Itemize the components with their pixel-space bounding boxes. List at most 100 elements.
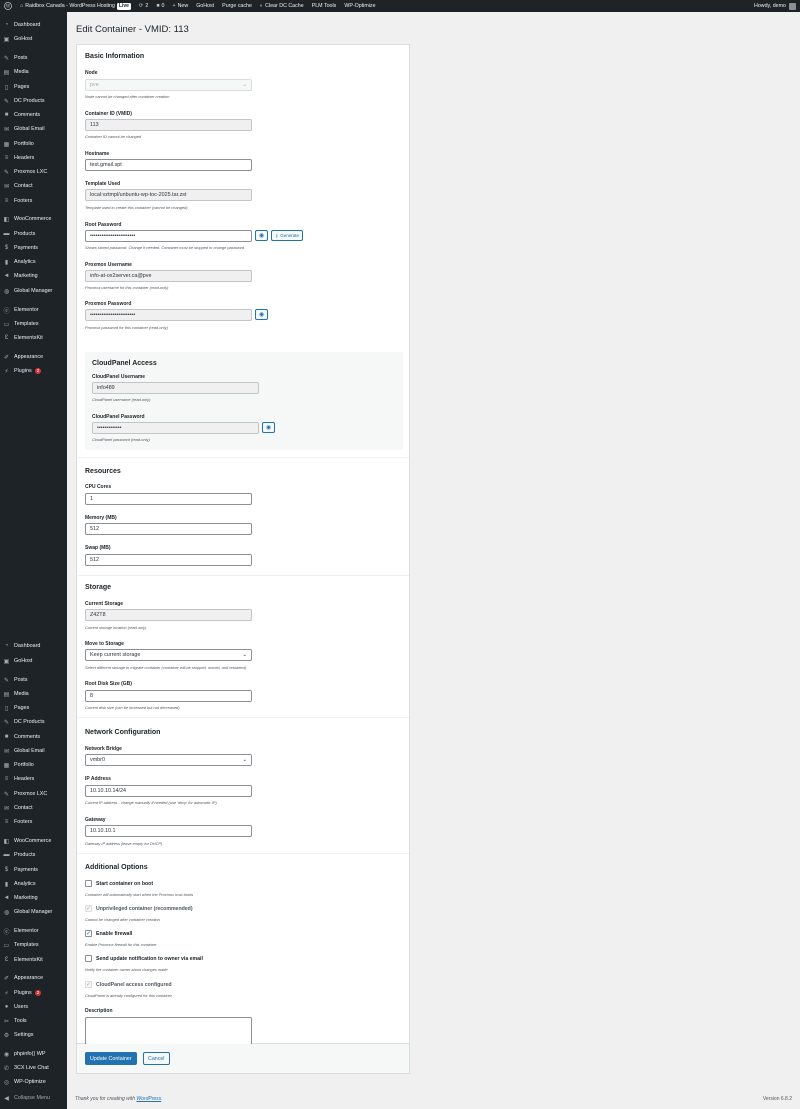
sidebar-item-elementor[interactable]: ⓔ Elementor <box>0 304 67 316</box>
sidebar-item-plugins[interactable]: ⚡ Plugins 2 <box>0 987 67 999</box>
sidebar-item-global-manager[interactable]: ◍ Global Manager <box>0 285 67 297</box>
gateway-input[interactable]: 10.10.10.1 <box>85 825 252 837</box>
ip-address-label: IP Address <box>85 776 111 782</box>
sidebar-item-gohost[interactable]: ▣ GoHost <box>0 655 67 667</box>
check-icon[interactable]: ✓ <box>85 930 92 937</box>
sidebar-item-global-email[interactable]: ✉ Global Email <box>0 745 67 757</box>
new-content-link[interactable]: + New <box>168 0 192 12</box>
swap-input[interactable]: 512 <box>85 554 252 566</box>
sidebar-item-appearance[interactable]: ✐ Appearance <box>0 972 67 984</box>
network-bridge-select[interactable]: vmbr0 ⌄ <box>85 754 252 766</box>
sidebar-item-footers[interactable]: ≡ Footers <box>0 195 67 207</box>
sidebar-item-label: Global Email <box>14 748 45 754</box>
sidebar-item-media[interactable]: ▤ Media <box>0 688 67 700</box>
sidebar-item-3cx-live-chat[interactable]: ✆ 3CX Live Chat <box>0 1062 67 1074</box>
wp-logo-icon[interactable]: W <box>0 0 16 12</box>
sidebar-item-users[interactable]: ● Users <box>0 1001 67 1013</box>
folder-icon: ▭ <box>3 942 10 949</box>
sidebar-item-footers[interactable]: ≡ Footers <box>0 816 67 828</box>
checkbox-box[interactable] <box>85 880 92 887</box>
version-text: Version 6.8.2 <box>762 1096 792 1102</box>
sidebar-item-label: Analytics <box>14 881 36 887</box>
updates-link[interactable]: ⟳ 2 <box>135 0 152 12</box>
generate-password-button[interactable]: ⚷ Generate <box>271 230 304 241</box>
sidebar-item-contact[interactable]: ✉ Contact <box>0 180 67 192</box>
sidebar-item-headers[interactable]: ≡ Headers <box>0 152 67 164</box>
sidebar-item-payments[interactable]: $ Payments <box>0 864 67 876</box>
sidebar-item-plugins[interactable]: ⚡ Plugins 2 <box>0 365 67 377</box>
gateway-label: Gateway <box>85 817 106 823</box>
sidebar-item-templates[interactable]: ▭ Templates <box>0 939 67 951</box>
sidebar-item-dashboard[interactable]: ◔ Dashboard <box>0 19 67 31</box>
sidebar-item-posts[interactable]: ✎ Posts <box>0 674 67 686</box>
description-textarea[interactable] <box>85 1017 252 1045</box>
sidebar-item-woocommerce[interactable]: ◧ WooCommerce <box>0 835 67 847</box>
sidebar-item-portfolio[interactable]: ▦ Portfolio <box>0 759 67 771</box>
sidebar-item-global-manager[interactable]: ◍ Global Manager <box>0 906 67 918</box>
sidebar-item-products[interactable]: ▬ Products <box>0 849 67 861</box>
sidebar-item-comments[interactable]: ■ Comments <box>0 109 67 121</box>
move-storage-select[interactable]: Keep current storage ⌄ <box>85 649 252 661</box>
sidebar-item-tools[interactable]: ✂ Tools <box>0 1015 67 1027</box>
ip-address-input[interactable]: 10.10.10.14/24 <box>85 785 252 797</box>
sidebar-item-dc-products[interactable]: ✎ DC Products <box>0 716 67 728</box>
sidebar-item-appearance[interactable]: ✐ Appearance <box>0 351 67 363</box>
sidebar-item-gohost[interactable]: ▣ GoHost <box>0 33 67 45</box>
show-proxmox-password-button[interactable]: ◉ <box>255 309 268 320</box>
send-notification-checkbox[interactable]: Send update notification to owner via em… <box>85 955 203 962</box>
sidebar-item-comments[interactable]: ■ Comments <box>0 731 67 743</box>
site-name-link[interactable]: ⌂ Raidbox Canada - WordPress Hosting Liv… <box>16 0 135 12</box>
sidebar-item-portfolio[interactable]: ▦ Portfolio <box>0 138 67 150</box>
sidebar-item-global-email[interactable]: ✉ Global Email <box>0 123 67 135</box>
hostname-input[interactable]: test.gmail.spt <box>85 159 252 171</box>
sidebar-item-label: Templates <box>14 942 39 948</box>
root-password-help: Shows stored password. Change if needed.… <box>85 245 246 250</box>
plm-tools-link[interactable]: PLM Tools <box>308 0 341 12</box>
start-on-boot-checkbox[interactable]: Start container on boot <box>85 880 153 887</box>
sidebar-item-marketing[interactable]: ◄ Marketing <box>0 892 67 904</box>
sidebar-item-label: Analytics <box>14 259 36 265</box>
sidebar-item-wp-optimize[interactable]: ◎ WP-Optimize <box>0 1076 67 1088</box>
wordpress-link[interactable]: WordPress <box>136 1096 161 1102</box>
show-cloudpanel-password-button[interactable]: ◉ <box>262 422 275 433</box>
root-disk-input[interactable]: 8 <box>85 690 252 702</box>
sidebar-item-elementskit[interactable]: Ɛ ElementsKit <box>0 954 67 966</box>
chevron-down-icon: ⌄ <box>242 757 247 763</box>
account-menu[interactable]: Howdy, demo <box>754 2 800 10</box>
sidebar-item-headers[interactable]: ≡ Headers <box>0 773 67 785</box>
sidebar-item-phpinfo-wp[interactable]: ◉ phpinfo() WP <box>0 1048 67 1060</box>
sidebar-item-marketing[interactable]: ◄ Marketing <box>0 270 67 282</box>
memory-input[interactable]: 512 <box>85 523 252 535</box>
update-container-button[interactable]: Update Container <box>85 1052 137 1065</box>
sidebar-item-analytics[interactable]: ▮ Analytics <box>0 878 67 890</box>
sidebar-item-pages[interactable]: ▯ Pages <box>0 81 67 93</box>
sidebar-item-elementskit[interactable]: Ɛ ElementsKit <box>0 332 67 344</box>
gohost-link[interactable]: GoHost <box>192 0 218 12</box>
cpu-cores-input[interactable]: 1 <box>85 493 252 505</box>
enable-firewall-checkbox[interactable]: ✓ Enable firewall <box>85 930 132 937</box>
sidebar-item-analytics[interactable]: ▮ Analytics <box>0 256 67 268</box>
sidebar-item-posts[interactable]: ✎ Posts <box>0 52 67 64</box>
sidebar-item-payments[interactable]: $ Payments <box>0 242 67 254</box>
root-password-input[interactable]: •••••••••••••••••••••••• <box>85 230 252 242</box>
purge-cache-link[interactable]: Purge cache <box>218 0 256 12</box>
sidebar-item-dc-products[interactable]: ✎ DC Products <box>0 95 67 107</box>
sidebar-item-collapse-menu[interactable]: ◀ Collapse Menu <box>0 1092 67 1104</box>
sidebar-item-templates[interactable]: ▭ Templates <box>0 318 67 330</box>
sidebar-item-proxmox-lxc[interactable]: ✎ Proxmox LXC <box>0 166 67 178</box>
sidebar-item-products[interactable]: ▬ Products <box>0 228 67 240</box>
sidebar-item-pages[interactable]: ▯ Pages <box>0 702 67 714</box>
show-root-password-button[interactable]: ◉ <box>255 230 268 241</box>
wp-optimize-link[interactable]: WP-Optimize <box>340 0 379 12</box>
sidebar-item-woocommerce[interactable]: ◧ WooCommerce <box>0 213 67 225</box>
sidebar-item-media[interactable]: ▤ Media <box>0 66 67 78</box>
clear-dc-cache-link[interactable]: ◐ Clear DC Cache <box>256 0 308 12</box>
sidebar-item-dashboard[interactable]: ◔ Dashboard <box>0 640 67 652</box>
sidebar-item-contact[interactable]: ✉ Contact <box>0 802 67 814</box>
checkbox-box[interactable] <box>85 955 92 962</box>
sidebar-item-settings[interactable]: ⚙ Settings <box>0 1029 67 1041</box>
sidebar-item-proxmox-lxc[interactable]: ✎ Proxmox LXC <box>0 788 67 800</box>
sidebar-item-elementor[interactable]: ⓔ Elementor <box>0 925 67 937</box>
comments-link[interactable]: ■ 0 <box>152 0 168 12</box>
cancel-button[interactable]: Cancel <box>143 1052 170 1065</box>
